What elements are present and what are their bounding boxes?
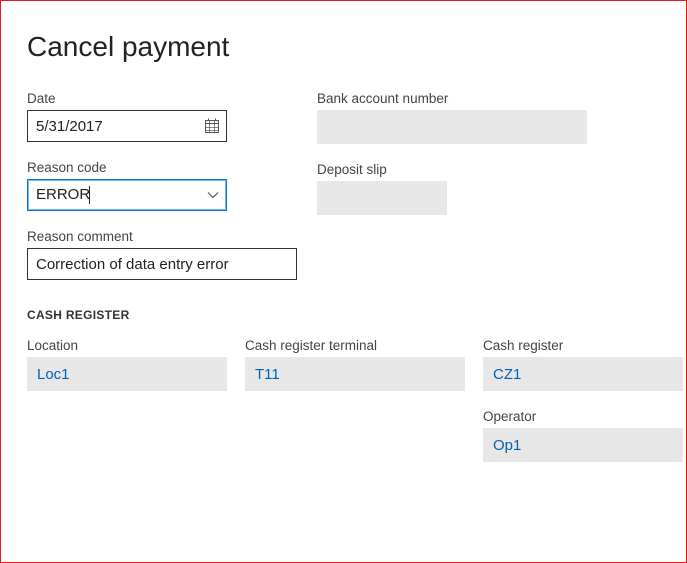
- column-right: Bank account number Deposit slip: [317, 91, 617, 298]
- bank-account-readonly: [317, 110, 587, 144]
- label-terminal: Cash register terminal: [245, 338, 465, 353]
- field-deposit-slip: Deposit slip: [317, 162, 617, 215]
- calendar-icon[interactable]: [204, 118, 220, 134]
- date-input[interactable]: 5/31/2017: [27, 110, 227, 142]
- label-register: Cash register: [483, 338, 683, 353]
- label-reason-comment: Reason comment: [27, 229, 297, 244]
- column-left: Date 5/31/2017: [27, 91, 297, 298]
- field-date: Date 5/31/2017: [27, 91, 297, 142]
- reason-code-value: ERROR: [36, 186, 206, 204]
- label-operator: Operator: [483, 409, 683, 424]
- deposit-slip-readonly: [317, 181, 447, 215]
- label-reason-code: Reason code: [27, 160, 297, 175]
- terminal-lookup[interactable]: T11: [245, 357, 465, 391]
- field-terminal: Cash register terminal T11: [245, 338, 465, 391]
- location-lookup[interactable]: Loc1: [27, 357, 227, 391]
- operator-lookup[interactable]: Op1: [483, 428, 683, 462]
- label-date: Date: [27, 91, 297, 106]
- reason-comment-value: Correction of data entry error: [36, 256, 290, 273]
- field-reason-code: Reason code ERROR: [27, 160, 297, 211]
- terminal-value: T11: [255, 366, 280, 383]
- field-location: Location Loc1: [27, 338, 227, 391]
- chevron-down-icon[interactable]: [206, 188, 220, 202]
- cash-register-grid: Location Loc1 Cash register terminal T11…: [27, 338, 660, 462]
- field-register: Cash register CZ1: [483, 338, 683, 391]
- section-cash-register-header: CASH REGISTER: [27, 308, 660, 322]
- field-reason-comment: Reason comment Correction of data entry …: [27, 229, 297, 280]
- reason-code-dropdown[interactable]: ERROR: [27, 179, 227, 211]
- location-value: Loc1: [37, 366, 70, 383]
- register-value: CZ1: [493, 366, 521, 383]
- field-bank-account: Bank account number: [317, 91, 617, 144]
- field-operator: Operator Op1: [483, 409, 683, 462]
- form-upper: Date 5/31/2017: [27, 91, 660, 298]
- label-bank-account: Bank account number: [317, 91, 617, 106]
- label-deposit-slip: Deposit slip: [317, 162, 617, 177]
- label-location: Location: [27, 338, 227, 353]
- date-value: 5/31/2017: [36, 118, 204, 135]
- reason-comment-input[interactable]: Correction of data entry error: [27, 248, 297, 280]
- page-title: Cancel payment: [27, 31, 660, 63]
- dialog-cancel-payment: Cancel payment Date 5/31/2017: [0, 0, 687, 563]
- register-lookup[interactable]: CZ1: [483, 357, 683, 391]
- operator-value: Op1: [493, 437, 521, 454]
